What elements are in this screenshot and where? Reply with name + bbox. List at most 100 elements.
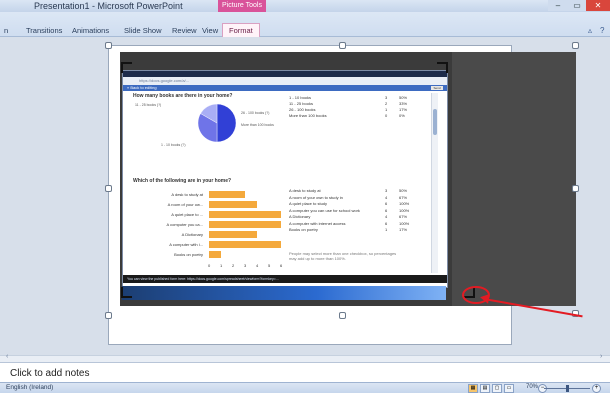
notes-placeholder[interactable]: Click to add notes (10, 368, 90, 379)
bar (209, 201, 257, 208)
items-stat-percent: 67% (399, 214, 408, 219)
books-pie-chart (197, 103, 237, 143)
items-stat-count: 4 (385, 214, 388, 219)
items-stat-percent: 17% (399, 227, 408, 232)
tab-review[interactable]: Review (172, 26, 197, 35)
tab-partial[interactable]: n (4, 26, 8, 35)
resize-handle[interactable] (105, 185, 112, 192)
items-stat-percent: 100% (399, 201, 410, 206)
title-bar: Presentation1 - Microsoft PowerPoint Pic… (0, 0, 610, 12)
restore-button[interactable]: ▭ (568, 0, 586, 11)
axis-tick: 5 (268, 263, 271, 268)
items-stat-label: A desk to study at (289, 188, 321, 193)
books-stat-percent: 33% (399, 101, 408, 106)
items-stat-label: Books on poetry (289, 227, 318, 232)
bar (209, 231, 257, 238)
bar-label: A quiet place to ... (171, 212, 203, 217)
bar-label: A room of your ow... (167, 202, 203, 207)
books-stat-label: 11 - 25 books (289, 101, 313, 106)
items-stat-count: 6 (385, 220, 388, 226)
zoom-level[interactable]: 70% (526, 384, 538, 390)
tab-transitions[interactable]: Transitions (26, 26, 62, 35)
items-stat-percent: 100% (399, 220, 410, 226)
form-header-bar: « Back to editing Send (123, 85, 447, 91)
zoom-slider-thumb[interactable] (566, 385, 569, 392)
crop-handle[interactable] (121, 287, 132, 298)
checkbox-note: People may select more than one checkbox… (289, 251, 397, 261)
bar (209, 211, 281, 218)
items-stat-count: 6 (385, 207, 388, 213)
bar (209, 251, 221, 258)
books-stat-percent: 50% (399, 95, 408, 100)
axis-tick: 2 (232, 263, 235, 268)
books-stat-label: More than 100 books (289, 113, 327, 118)
axis-tick: 0 (208, 263, 211, 268)
scroll-left-icon[interactable]: ‹ (6, 353, 8, 360)
back-to-editing-link: « Back to editing (127, 85, 157, 90)
axis-tick: 3 (244, 263, 247, 268)
cropped-area (452, 52, 576, 306)
items-stat-percent: 50% (399, 188, 408, 193)
notes-pane[interactable]: Click to add notes (0, 362, 610, 383)
taskbar-strip (122, 286, 446, 300)
pie-label: More than 100 books (241, 123, 274, 127)
status-bar: English (Ireland) ▦ ▤ ▢ ▭ 70% − + (0, 382, 610, 393)
tab-animations[interactable]: Animations (72, 26, 109, 35)
items-stat-label: A Dictionary (289, 214, 311, 219)
items-stat-label: A computer you can use for school work (289, 207, 360, 213)
axis-tick: 1 (220, 263, 223, 268)
items-stat-count: 1 (385, 227, 388, 232)
ribbon-tabs: n Transitions Animations Slide Show Revi… (0, 12, 610, 39)
arrow-head-icon (479, 292, 490, 304)
scroll-right-icon[interactable]: › (600, 353, 602, 360)
items-stat-count: 3 (385, 188, 388, 193)
items-stat-label: A computer with internet access (289, 220, 346, 226)
published-form-bar: You can view the published form here: ht… (123, 275, 447, 283)
items-stat-count: 4 (385, 194, 388, 200)
bar (209, 221, 281, 228)
books-stat-percent: 0% (399, 113, 405, 118)
embedded-screenshot[interactable]: https://docs.google.com/a/... « Back to … (122, 70, 448, 288)
tab-view[interactable]: View (202, 26, 218, 35)
resize-handle[interactable] (339, 42, 346, 49)
horizontal-scrollbar[interactable]: ‹ › (0, 353, 610, 362)
items-stat-percent: 67% (399, 194, 408, 200)
books-stat-count: 2 (385, 101, 388, 106)
pie-slice (216, 103, 237, 143)
books-stat-label: 1 - 10 books (289, 95, 312, 100)
items-bar-chart: A desk to study at A room of your ow... A … (133, 185, 283, 273)
tab-slide-show[interactable]: Slide Show (124, 26, 162, 35)
window-title: Presentation1 - Microsoft PowerPoint (34, 1, 183, 11)
browser-url: https://docs.google.com/a/... (123, 77, 447, 85)
bar-label: A desk to study at (171, 192, 203, 197)
scroll-thumb (433, 109, 437, 135)
send-button: Send (431, 86, 443, 90)
items-stat-label: A room of your own to study in (289, 194, 343, 200)
pie-label: 1 - 10 books (?) (161, 143, 186, 147)
resize-handle[interactable] (339, 312, 346, 319)
bar-label: A computer with i... (169, 242, 203, 247)
bar-label: A Dictionary (181, 232, 203, 237)
resize-handle[interactable] (572, 185, 579, 192)
bar-label: A computer you ca... (166, 222, 203, 227)
axis-tick: 6 (280, 263, 283, 268)
resize-handle[interactable] (105, 42, 112, 49)
books-stat-percent: 17% (399, 107, 408, 112)
pie-label: 11 - 25 books (?) (135, 103, 162, 107)
bar-label: Books on poetry (174, 252, 203, 257)
question-title-1: How many books are there in your home? (133, 93, 233, 99)
page-scrollbar (431, 93, 438, 273)
resize-handle[interactable] (105, 312, 112, 319)
items-stat-percent: 100% (399, 207, 410, 213)
language-indicator[interactable]: English (Ireland) (6, 384, 53, 391)
question-icon[interactable]: ? (600, 26, 604, 35)
close-button[interactable]: ✕ (586, 0, 610, 11)
crop-handle[interactable] (437, 62, 448, 73)
chevron-up-icon[interactable]: ▵ (588, 26, 592, 35)
minimize-button[interactable]: – (548, 0, 568, 11)
books-stat-label: 26 - 100 books (289, 107, 316, 112)
items-stat-count: 6 (385, 201, 388, 206)
resize-handle[interactable] (572, 42, 579, 49)
pie-label: 26 - 100 books (?) (241, 111, 270, 115)
crop-handle[interactable] (121, 62, 132, 73)
